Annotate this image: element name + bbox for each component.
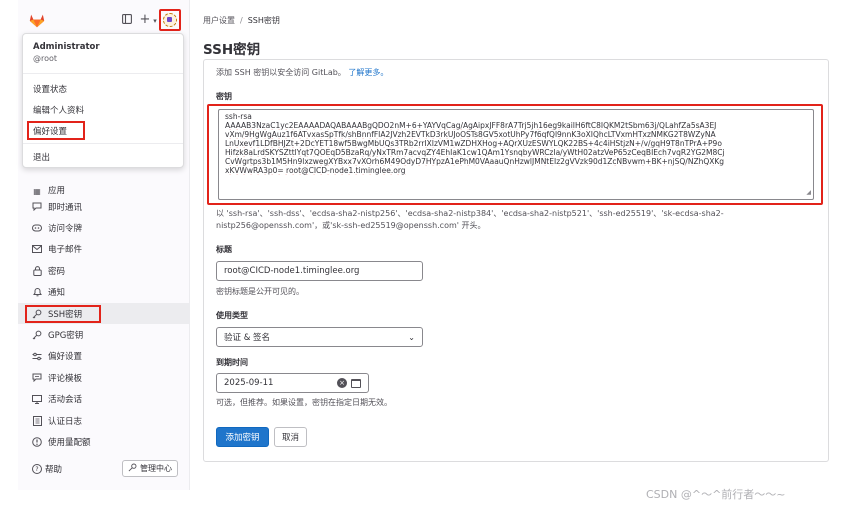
sidebar-toggle-icon[interactable]	[120, 12, 134, 26]
sidebar-item-active-sessions[interactable]: 活动会话	[18, 389, 190, 410]
calendar-icon[interactable]	[351, 378, 361, 388]
learn-more-link[interactable]: 了解更多。	[348, 68, 388, 77]
breadcrumb-separator: /	[240, 16, 243, 25]
key-line: CvWgrtps3b1M5Hn9lxzwegXYBxx7vXOrh6M49Ody…	[225, 157, 725, 166]
token-icon	[32, 223, 42, 233]
sidebar-item-ssh-keys[interactable]: SSH密钥	[18, 302, 190, 325]
lock-icon	[32, 265, 42, 276]
sidebar-item-label: 评论模板	[48, 373, 83, 384]
usage-type-select[interactable]: 验证 & 签名 ⌄	[216, 327, 423, 347]
bell-icon	[32, 287, 42, 297]
usage-type-value: 验证 & 签名	[224, 333, 271, 343]
expiration-date-value: 2025-09-11	[224, 378, 274, 388]
date-icons: ×	[337, 378, 361, 388]
user-dropdown-menu: Administrator @root 设置状态 编辑个人资料 偏好设置 退出	[22, 33, 184, 168]
admin-area-label: 管理中心	[140, 464, 172, 473]
key-icon	[128, 463, 137, 474]
sidebar-item-usage-quotas[interactable]: 使用量配额	[18, 431, 190, 452]
sidebar-item-label: 通知	[48, 288, 66, 299]
sidebar-nav: ▦ 应用 即时通讯 访问令牌 电子邮件 密码 通知 SSH密钥 GPG密钥 偏好…	[18, 186, 190, 453]
key-textarea[interactable]: ssh-rsa AAAAB3NzaC1yc2EAAAADAQABAAABgQDO…	[218, 109, 814, 200]
sidebar-item-preferences[interactable]: 偏好设置	[18, 346, 190, 367]
sidebar-item-comment-templates[interactable]: 评论模板	[18, 367, 190, 388]
user-info[interactable]: Administrator @root	[23, 34, 183, 74]
add-key-button[interactable]: 添加密钥	[216, 427, 269, 447]
resize-handle-icon[interactable]: ◢	[806, 188, 811, 197]
sidebar-item-notifications[interactable]: 通知	[18, 282, 190, 303]
breadcrumb: 用户设置 / SSH密钥	[203, 15, 280, 26]
breadcrumb-current[interactable]: SSH密钥	[248, 16, 280, 25]
log-icon	[32, 415, 42, 426]
menu-item-sign-out[interactable]: 退出	[23, 146, 183, 167]
sidebar-item-label: 偏好设置	[48, 352, 83, 363]
key-label: 密钥	[216, 92, 232, 101]
sidebar-item-label: GPG密钥	[48, 331, 84, 342]
sidebar-item-label: 认证日志	[48, 416, 83, 427]
mail-icon	[32, 244, 42, 254]
intro-description: 添加 SSH 密钥以安全访问 GitLab。	[216, 68, 346, 77]
sidebar-item-applications[interactable]: ▦ 应用	[18, 186, 190, 196]
menu-item-set-status[interactable]: 设置状态	[23, 78, 183, 99]
watermark: CSDN @^～^前行者～～~	[646, 488, 786, 501]
cancel-button[interactable]: 取消	[274, 427, 307, 447]
avatar	[163, 13, 177, 27]
intro-text: 添加 SSH 密钥以安全访问 GitLab。 了解更多。	[216, 67, 388, 78]
highlight-box	[27, 121, 85, 140]
menu-item-preferences[interactable]: 偏好设置	[23, 120, 183, 141]
title-label: 标题	[216, 245, 232, 254]
usage-type-label: 使用类型	[216, 311, 248, 320]
sidebar-item-label: 应用	[48, 186, 66, 196]
expiration-date-input[interactable]: 2025-09-11 ×	[216, 373, 369, 393]
key-line: Hifzk8aLrdSKYSZttlYqt7QOEqD5BzaRq/yNxTRm…	[225, 148, 725, 157]
sidebar-item-label: 使用量配额	[48, 437, 91, 448]
expiration-label: 到期时间	[216, 358, 248, 367]
help-button[interactable]: ? 帮助	[32, 463, 62, 475]
key-help-text: 以 'ssh-rsa'、'ssh-dss'、'ecdsa-sha2-nistp2…	[216, 209, 724, 230]
admin-area-button[interactable]: 管理中心	[122, 460, 178, 477]
help-icon: ?	[32, 464, 42, 474]
divider	[23, 143, 183, 144]
page-title: SSH密钥	[203, 42, 261, 58]
expiration-help-text: 可选，但推荐。如果设置，密钥在指定日期无效。	[216, 398, 392, 407]
sidebar-item-password[interactable]: 密码	[18, 260, 190, 281]
sidebar-item-label: 密码	[48, 266, 66, 277]
menu-item-edit-profile[interactable]: 编辑个人资料	[23, 99, 183, 120]
sidebar-item-chat[interactable]: 即时通讯	[18, 196, 190, 217]
apps-icon: ▦	[33, 186, 41, 196]
chat-icon	[32, 202, 42, 212]
sidebar-item-label: 活动会话	[48, 395, 83, 406]
key-line: xKVWwRA3p0= root@CICD-node1.timinglee.or…	[225, 166, 406, 175]
monitor-icon	[32, 394, 42, 404]
sidebar-item-label: 电子邮件	[48, 245, 83, 256]
chevron-down-icon: ⌄	[408, 332, 415, 342]
key-icon	[32, 330, 42, 340]
highlight-box	[25, 304, 101, 323]
sidebar-item-auth-log[interactable]: 认证日志	[18, 410, 190, 431]
key-line: ssh-rsa	[225, 112, 252, 121]
breadcrumb-user-settings[interactable]: 用户设置	[203, 16, 235, 25]
sidebar-footer: ? 帮助 管理中心	[18, 458, 190, 480]
key-textarea-highlight: ssh-rsa AAAAB3NzaC1yc2EAAAADAQABAAABgQDO…	[207, 104, 823, 205]
gitlab-logo-icon[interactable]	[28, 11, 46, 29]
user-handle: @root	[33, 54, 58, 63]
user-avatar-button[interactable]	[159, 9, 181, 31]
sidebar-item-emails[interactable]: 电子邮件	[18, 239, 190, 260]
help-label: 帮助	[45, 465, 63, 475]
comment-icon	[32, 373, 42, 383]
preferences-icon	[32, 351, 42, 361]
clear-icon[interactable]: ×	[337, 378, 347, 388]
key-line: vXm/9HgWgAuz1f6ATvxasSpTfk/shBnnfFIA2JVz…	[225, 130, 716, 139]
sidebar-item-access-tokens[interactable]: 访问令牌	[18, 217, 190, 238]
quota-icon	[32, 437, 42, 447]
key-line: LnUxevf1LDfBHJZt+2DcYET18wf5BwgMbUQs3TRb…	[225, 139, 722, 148]
sidebar-item-label: 访问令牌	[48, 224, 83, 235]
sidebar-item-label: 即时通讯	[48, 202, 83, 213]
sidebar-item-gpg-keys[interactable]: GPG密钥	[18, 324, 190, 345]
user-name: Administrator	[33, 42, 100, 52]
title-help-text: 密钥标题是公开可见的。	[216, 287, 304, 296]
title-input[interactable]: root@CICD-node1.timinglee.org	[216, 261, 423, 281]
key-line: AAAAB3NzaC1yc2EAAAADAQABAAABgQDO2nM+6+YA…	[225, 121, 717, 130]
